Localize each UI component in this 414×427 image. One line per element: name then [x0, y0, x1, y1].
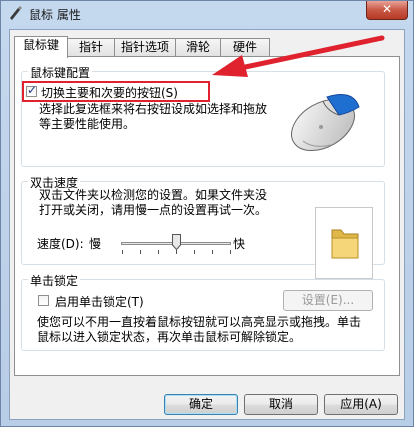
- mouse-app-icon: [10, 6, 22, 20]
- button-config-description: 选择此复选框来将右按钮设成如选择和拖放 等主要性能使用。: [39, 102, 267, 132]
- folder-icon[interactable]: [330, 226, 360, 260]
- tab-buttons[interactable]: 鼠标键: [14, 36, 68, 58]
- speed-slider-thumb[interactable]: [171, 234, 181, 250]
- slider-tick: [230, 250, 231, 254]
- tab-label: 指针选项: [120, 40, 169, 54]
- description-line: 鼠标以进入锁定状态，再次单击鼠标可解除锁定。: [37, 330, 302, 344]
- description-line: 打开或关闭，请用慢一点的设置再试一次。: [39, 203, 268, 217]
- slider-tick: [158, 250, 159, 254]
- cancel-button[interactable]: 取消: [244, 394, 318, 415]
- click-lock-description: 使您可以不用一直按着鼠标按钮就可以高亮显示或拖拽。单击 鼠标以进入锁定状态，再次…: [37, 315, 361, 345]
- click-lock-settings-button[interactable]: 设置(E)...: [283, 290, 373, 311]
- speed-label: 速度(D):: [37, 237, 84, 251]
- fast-label: 快: [233, 237, 246, 251]
- description-line: 选择此复选框来将右按钮设成如选择和拖放: [39, 102, 268, 116]
- apply-button[interactable]: 应用(A): [324, 394, 398, 415]
- slider-tick: [212, 250, 213, 254]
- description-line: 双击文件夹以检测您的设置。如果文件夹没: [39, 188, 268, 202]
- annotation-highlight-box: [22, 81, 210, 102]
- description-line: 等主要性能使用。: [39, 117, 136, 131]
- mouse-image-icon: [291, 94, 360, 152]
- slider-tick: [176, 250, 177, 254]
- tab-pointer-options[interactable]: 指针选项: [114, 38, 176, 56]
- close-button[interactable]: ✕: [366, 1, 408, 20]
- slider-tick: [140, 250, 141, 254]
- description-line: 使您可以不用一直按着鼠标按钮就可以高亮显示或拖拽。单击: [37, 315, 362, 329]
- tab-pointers[interactable]: 指针: [67, 38, 115, 56]
- click-lock-checkbox[interactable]: [38, 295, 49, 306]
- window-title: 鼠标 属性: [29, 8, 81, 22]
- slow-label: 慢: [89, 237, 102, 251]
- double-click-description: 双击文件夹以检测您的设置。如果文件夹没 打开或关闭，请用慢一点的设置再试一次。: [39, 188, 267, 218]
- button-config-title: 鼠标键配置: [28, 64, 93, 81]
- tab-label: 鼠标键: [22, 38, 59, 52]
- click-lock-title: 单击锁定: [28, 272, 81, 289]
- slider-tick: [122, 250, 123, 254]
- test-folder-area[interactable]: [315, 207, 373, 279]
- slider-tick: [194, 250, 195, 254]
- close-icon: ✕: [381, 2, 393, 16]
- annotation-arrow-icon: [212, 35, 385, 77]
- ok-button[interactable]: 确定: [164, 394, 238, 415]
- tab-label: 指针: [78, 40, 103, 54]
- title-bar[interactable]: 鼠标 属性 ✕: [1, 1, 413, 27]
- click-lock-label[interactable]: 启用单击锁定(T): [55, 293, 144, 310]
- mouse-properties-window: 鼠标 属性 ✕ 鼠标键 指针 指针选项 滑轮 硬件 鼠标键配置 ✓ 切换主要和次…: [0, 0, 414, 427]
